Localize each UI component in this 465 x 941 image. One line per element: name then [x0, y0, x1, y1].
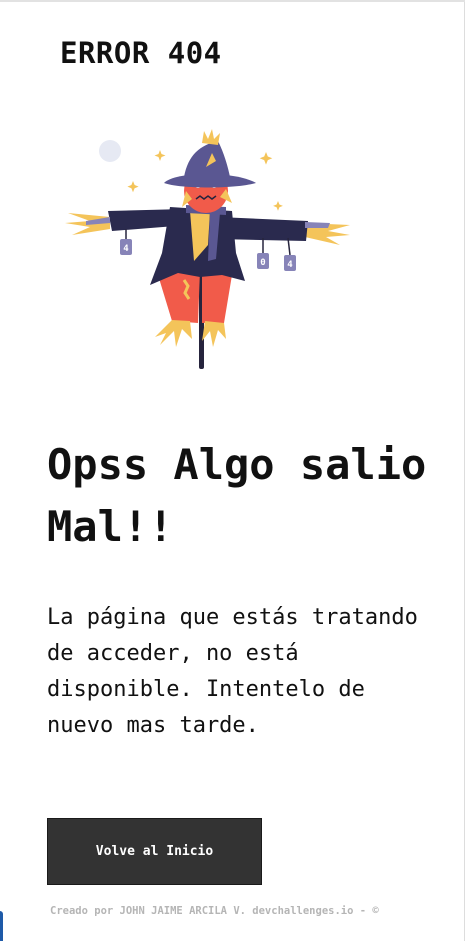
- corner-accent: [0, 911, 3, 941]
- moon-icon: [99, 140, 121, 162]
- back-home-button[interactable]: Volve al Inicio: [47, 818, 262, 885]
- hat: [164, 129, 256, 188]
- tag-4-left: 4: [123, 244, 129, 254]
- leg-straw: [155, 320, 226, 347]
- pants: [158, 270, 232, 323]
- tag-4-right: 4: [287, 260, 293, 270]
- scarecrow-illustration: 4 0 4: [65, 129, 350, 369]
- footer-credit: Creado por JOHN JAIME ARCILA V. devchall…: [50, 905, 379, 917]
- top-border: [0, 0, 465, 2]
- error-headline: Opss Algo salio Mal!!: [47, 440, 427, 551]
- page-title: ERROR 404: [60, 36, 222, 70]
- tag-0: 0: [260, 258, 265, 268]
- error-message: La página que estás tratando de acceder,…: [47, 605, 418, 738]
